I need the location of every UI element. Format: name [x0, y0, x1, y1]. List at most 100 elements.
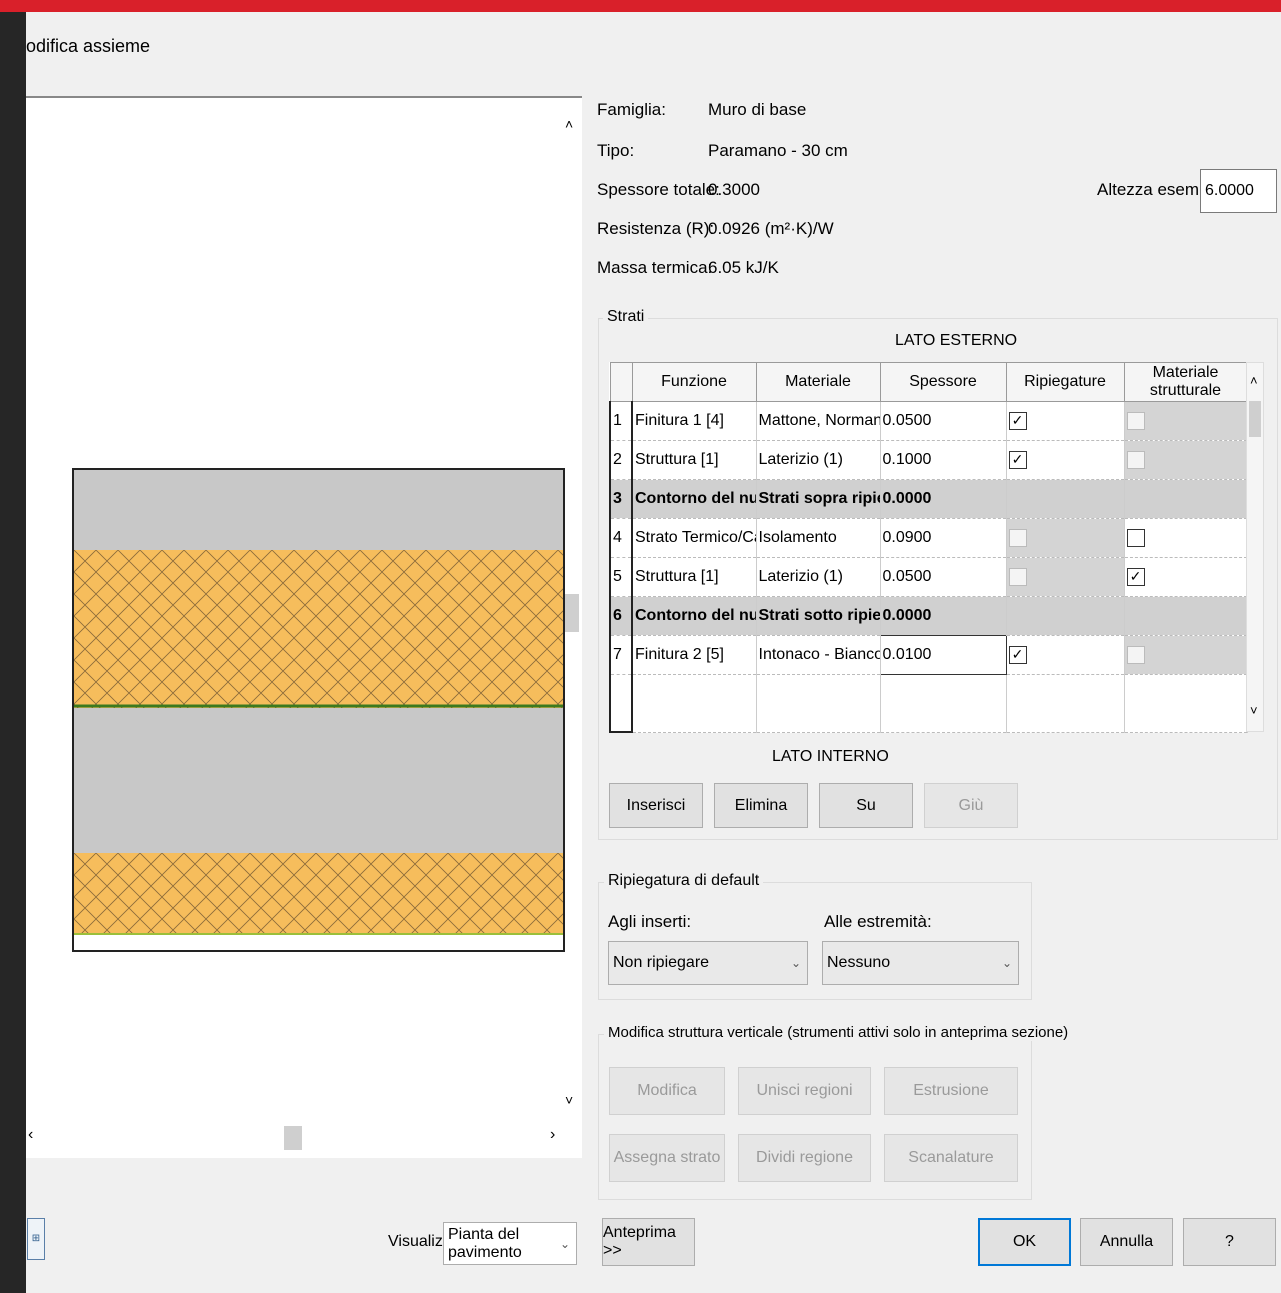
spessore-cell[interactable]: 0.0000	[880, 596, 1007, 636]
dividi-regione-button[interactable]: Dividi regione	[738, 1134, 871, 1182]
layers-table[interactable]: Funzione Materiale Spessore Ripiegature …	[609, 362, 1248, 733]
ripiegature-checkbox[interactable]: ✓	[1008, 450, 1027, 469]
ok-button[interactable]: OK	[978, 1218, 1071, 1266]
assegna-strato-button[interactable]: Assegna strato	[609, 1134, 725, 1182]
table-row-core-boundary[interactable]: 6 Contorno del nucleo Strati sotto ripie…	[609, 596, 1248, 636]
agli-inserti-select[interactable]: Non ripiegare ⌄	[608, 941, 808, 985]
table-row[interactable]: 5 Struttura [1] Laterizio (1) 0.0500 ✓	[609, 557, 1248, 597]
ripiegature-cell[interactable]: ✓	[1006, 440, 1125, 480]
funzione-cell[interactable]: Contorno del nucleo	[632, 596, 757, 636]
alle-estremita-label: Alle estremità:	[824, 912, 932, 931]
spessore-cell[interactable]: 0.0000	[880, 479, 1007, 519]
strutturale-cell[interactable]	[1124, 518, 1248, 558]
strutturale-checkbox[interactable]	[1126, 528, 1145, 547]
strutturale-cell[interactable]: ✓	[1124, 557, 1248, 597]
annulla-button[interactable]: Annulla	[1080, 1218, 1173, 1266]
scroll-up-icon[interactable]: ˄	[1250, 373, 1258, 388]
table-scrollbar[interactable]: ˄ ˅	[1246, 362, 1264, 732]
dialog-title: odifica assieme	[26, 36, 151, 56]
table-row-empty	[609, 674, 1248, 733]
strutturale-checkbox[interactable]: ✓	[1126, 567, 1145, 586]
row-number[interactable]: 1	[609, 401, 633, 441]
materiale-cell[interactable]: Laterizio (1)	[756, 440, 881, 480]
scroll-thumb-h[interactable]	[284, 1126, 302, 1150]
wall-section-drawing	[72, 468, 565, 952]
scroll-right-icon[interactable]: ›	[550, 1126, 555, 1144]
funzione-cell[interactable]: Struttura [1]	[632, 440, 757, 480]
materiale-cell[interactable]: Strati sotto ripiegat	[756, 596, 881, 636]
table-row[interactable]: 2 Struttura [1] Laterizio (1) 0.1000 ✓	[609, 440, 1248, 480]
top-accent-bar	[0, 0, 1281, 12]
row-number[interactable]: 3	[609, 479, 633, 519]
scroll-up-icon[interactable]: ˄	[565, 116, 573, 132]
su-button[interactable]: Su	[819, 783, 913, 828]
row-number[interactable]: 5	[609, 557, 633, 597]
lato-interno-label: LATO INTERNO	[772, 748, 889, 765]
materiale-cell[interactable]: Isolamento	[756, 518, 881, 558]
table-row[interactable]: 4 Strato Termico/Came Isolamento 0.0900	[609, 518, 1248, 558]
empty-cell	[1006, 674, 1125, 733]
materiale-cell[interactable]: Mattone, Norman	[756, 401, 881, 441]
unisci-regioni-button[interactable]: Unisci regioni	[738, 1067, 871, 1115]
column-header[interactable]: Spessore	[879, 362, 1007, 402]
left-dark-strip	[0, 12, 26, 1293]
visualizza-select[interactable]: Pianta del pavimento ⌄	[443, 1222, 577, 1265]
funzione-cell[interactable]: Contorno del nucleo	[632, 479, 757, 519]
funzione-cell[interactable]: Finitura 2 [5]	[632, 635, 757, 675]
ripiegature-cell[interactable]: ✓	[1006, 401, 1125, 441]
scroll-left-icon[interactable]: ‹	[28, 1126, 33, 1144]
scroll-thumb[interactable]	[565, 594, 579, 632]
materiale-cell[interactable]: Intonaco - Bianco	[756, 635, 881, 675]
ripiegature-cell[interactable]: ✓	[1006, 635, 1125, 675]
wall-preview-panel[interactable]	[26, 96, 582, 1158]
scanalature-button[interactable]: Scanalature	[884, 1134, 1018, 1182]
table-row[interactable]: 7 Finitura 2 [5] Intonaco - Bianco 0.010…	[609, 635, 1248, 675]
spessore-cell[interactable]: 0.1000	[880, 440, 1007, 480]
estrusione-button[interactable]: Estrusione	[884, 1067, 1018, 1115]
funzione-cell[interactable]: Finitura 1 [4]	[632, 401, 757, 441]
ripiegature-checkbox[interactable]: ✓	[1008, 645, 1027, 664]
spessore-cell[interactable]: 0.0900	[880, 518, 1007, 558]
table-row[interactable]: 1 Finitura 1 [4] Mattone, Norman 0.0500 …	[609, 401, 1248, 441]
chevron-down-icon: ⌄	[790, 956, 801, 970]
altezza-esempio-input[interactable]: 6.0000	[1200, 169, 1277, 213]
table-scroll-thumb[interactable]	[1249, 401, 1261, 437]
spessore-cell[interactable]: 0.0500	[880, 557, 1007, 597]
materiale-cell[interactable]: Strati sopra ripiegat	[756, 479, 881, 519]
column-header[interactable]: Materiale	[755, 362, 881, 402]
anteprima-button[interactable]: Anteprima >>	[602, 1218, 695, 1266]
chevron-down-icon: ⌄	[1001, 956, 1012, 970]
preview-vertical-scrollbar[interactable]: ˄ ˅	[562, 110, 582, 1120]
alle-estremita-select[interactable]: Nessuno ⌄	[822, 941, 1019, 985]
strutturale-cell	[1124, 635, 1248, 675]
modifica-button[interactable]: Modifica	[609, 1067, 725, 1115]
row-number[interactable]: 4	[609, 518, 633, 558]
spessore-cell-active[interactable]: 0.0100	[879, 635, 1007, 675]
strutturale-checkbox	[1126, 645, 1145, 664]
row-number[interactable]: 2	[609, 440, 633, 480]
column-header[interactable]: Funzione	[631, 362, 757, 402]
ripiegature-checkbox[interactable]: ✓	[1008, 411, 1027, 430]
preview-horizontal-scrollbar[interactable]: ‹ ›	[26, 1124, 566, 1152]
empty-cell	[632, 674, 757, 733]
chevron-down-icon: ⌄	[559, 1236, 570, 1251]
ripiegature-cell	[1006, 596, 1125, 636]
elimina-button[interactable]: Elimina	[714, 783, 808, 828]
resistenza-value: 0.0926 (m²·K)/W	[708, 219, 834, 238]
row-number[interactable]: 7	[609, 635, 633, 675]
scroll-down-icon[interactable]: ˅	[565, 1092, 573, 1108]
funzione-cell[interactable]: Strato Termico/Came	[632, 518, 757, 558]
spessore-cell[interactable]: 0.0500	[880, 401, 1007, 441]
scroll-down-icon[interactable]: ˅	[1250, 703, 1258, 718]
column-header[interactable]: Materiale strutturale	[1123, 362, 1248, 402]
strutturale-cell	[1124, 479, 1248, 519]
inserisci-button[interactable]: Inserisci	[609, 783, 703, 828]
help-button[interactable]: ?	[1183, 1218, 1276, 1266]
materiale-cell[interactable]: Laterizio (1)	[756, 557, 881, 597]
funzione-cell[interactable]: Struttura [1]	[632, 557, 757, 597]
giu-button[interactable]: Giù	[924, 783, 1018, 828]
table-row-core-boundary[interactable]: 3 Contorno del nucleo Strati sopra ripie…	[609, 479, 1248, 519]
row-number[interactable]: 6	[609, 596, 633, 636]
column-header[interactable]: Ripiegature	[1005, 362, 1125, 402]
view-cube-icon[interactable]: ⊞	[27, 1218, 45, 1260]
